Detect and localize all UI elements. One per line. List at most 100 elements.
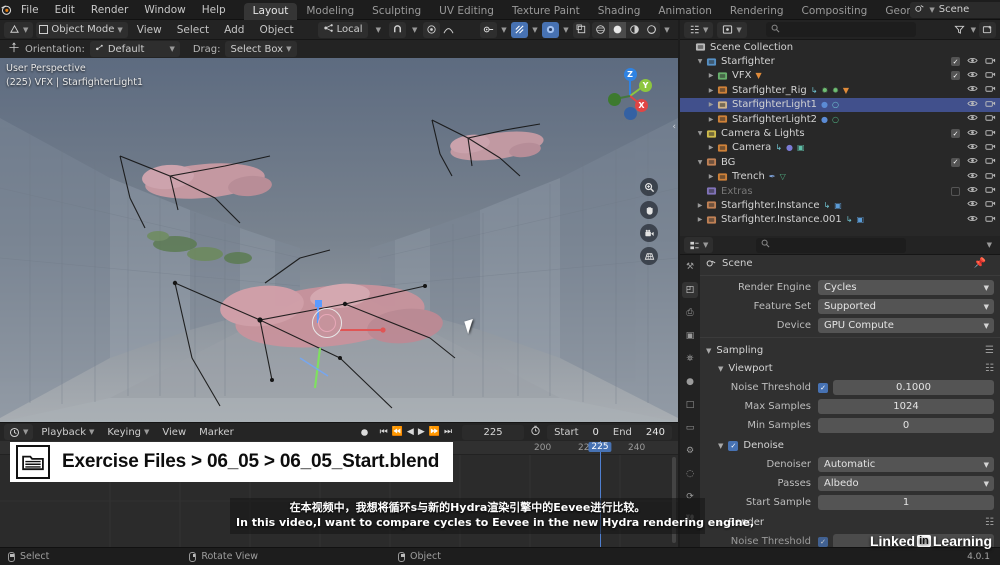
sidebar-toggle-icon[interactable]: ‹: [672, 122, 676, 132]
outliner-row-badge[interactable]: ▼: [755, 71, 761, 80]
xray-dropdown[interactable]: ▼: [561, 22, 571, 38]
eye-visibility-icon[interactable]: [967, 70, 978, 82]
preview-shading-icon[interactable]: [643, 21, 660, 38]
outliner-row[interactable]: ▶ VFX ▼ ✓: [680, 69, 1000, 83]
render-engine-dropdown[interactable]: Cycles ▼: [818, 280, 994, 295]
collection-exclude-checkbox[interactable]: ✓: [951, 129, 960, 139]
view-layer-tab[interactable]: ▣: [682, 328, 698, 344]
wireframe-shading-icon[interactable]: [573, 21, 590, 38]
render-tab[interactable]: ◰: [682, 282, 698, 298]
gizmo-axis-neg-z[interactable]: [623, 107, 637, 120]
denoise-checkbox[interactable]: ✓: [728, 440, 739, 451]
collection-exclude-checkbox[interactable]: ✓: [951, 57, 960, 67]
properties-editor-icon[interactable]: ▼: [684, 237, 714, 253]
prev-keyframe-icon[interactable]: ⏪: [392, 427, 403, 437]
outliner-row[interactable]: ▶ StarfighterLight1 ● ○: [680, 97, 1000, 112]
start-sample-field[interactable]: 1: [818, 495, 994, 510]
outliner-row-badge[interactable]: ○: [832, 100, 839, 109]
outliner-row[interactable]: ▶ Starfighter.Instance.001 ↳ ▣: [680, 213, 1000, 227]
workspace-tab-layout[interactable]: Layout: [243, 2, 298, 20]
collection-exclude-checkbox[interactable]: ✓: [951, 157, 960, 167]
chevron-right-icon[interactable]: ▶: [706, 173, 716, 180]
outliner-row-badge[interactable]: ✹: [821, 86, 828, 95]
viewport-menu-select[interactable]: Select: [171, 24, 215, 36]
outliner-row-badge[interactable]: ✹: [832, 86, 839, 95]
workspace-tab-animation[interactable]: Animation: [649, 3, 721, 20]
gizmo-dropdown[interactable]: ▼: [499, 22, 509, 38]
xray-toggle-icon[interactable]: [542, 21, 559, 38]
camera-render-visibility-icon[interactable]: [985, 214, 996, 226]
play-reverse-icon[interactable]: ◀: [407, 427, 414, 437]
timeline-menu-keying[interactable]: Keying ▼: [102, 424, 154, 440]
solid-shading-icon[interactable]: [592, 21, 609, 38]
outliner-row[interactable]: ▶ Starfighter.Instance ↳ ▣: [680, 198, 1000, 212]
magnet-icon[interactable]: [388, 21, 406, 38]
eye-visibility-icon[interactable]: [967, 185, 978, 197]
modifier-tab[interactable]: ⚙: [682, 443, 698, 459]
eye-visibility-icon[interactable]: [967, 156, 978, 168]
eye-visibility-icon[interactable]: [967, 142, 978, 154]
properties-search-input[interactable]: [755, 237, 906, 253]
camera-render-visibility-icon[interactable]: [985, 84, 996, 96]
chevron-right-icon[interactable]: ▶: [706, 144, 716, 151]
outliner-row[interactable]: Extras: [680, 184, 1000, 198]
camera-render-visibility-icon[interactable]: [985, 99, 996, 111]
transform-pivot-selector[interactable]: Local: [317, 21, 368, 38]
outliner-row-badge[interactable]: ↳: [846, 215, 853, 224]
editor-type-icon[interactable]: ▼: [4, 21, 34, 38]
workspace-tab-shading[interactable]: Shading: [589, 3, 650, 20]
eye-visibility-icon[interactable]: [967, 84, 978, 96]
workspace-tab-compositing[interactable]: Compositing: [793, 3, 877, 20]
render-noise-threshold-checkbox[interactable]: ✓: [818, 536, 828, 547]
viewport-menu-add[interactable]: Add: [218, 24, 250, 36]
shading-dropdown[interactable]: ▼: [662, 22, 672, 38]
jump-end-icon[interactable]: ⏭: [444, 427, 452, 437]
outliner-search-field[interactable]: [784, 24, 912, 35]
eye-visibility-icon[interactable]: [967, 56, 978, 68]
denoiser-dropdown[interactable]: Automatic ▼: [818, 457, 994, 472]
pivot-dropdown[interactable]: ▼: [371, 22, 386, 38]
noise-threshold-field[interactable]: 0.1000: [833, 380, 994, 395]
orientation-selector[interactable]: Default ▼: [89, 41, 180, 57]
outliner-row[interactable]: ▶ Starfighter_Rig ↳ ✹ ✹ ▼: [680, 83, 1000, 97]
start-value[interactable]: 0: [586, 427, 606, 438]
outliner-row-badge[interactable]: ●: [821, 115, 828, 124]
collection-tab[interactable]: □: [682, 397, 698, 413]
output-tab[interactable]: ⎙: [682, 305, 698, 321]
gizmo-axis-x[interactable]: X: [635, 99, 648, 112]
outliner-row-badge[interactable]: ✒: [769, 172, 776, 181]
denoise-section-header[interactable]: ▼ ✓ Denoise: [700, 436, 1000, 454]
collection-exclude-checkbox[interactable]: ✓: [951, 71, 960, 81]
current-frame-field[interactable]: 225: [462, 424, 525, 440]
scene-selector[interactable]: ▼ Scene: [910, 1, 1000, 18]
outliner-editor-icon[interactable]: ▼: [684, 21, 714, 38]
camera-render-visibility-icon[interactable]: [985, 199, 996, 211]
workspace-tab-texture-paint[interactable]: Texture Paint: [503, 3, 589, 20]
passes-dropdown[interactable]: Albedo ▼: [818, 476, 994, 491]
outliner-row[interactable]: ▶ StarfighterLight2 ● ○: [680, 112, 1000, 126]
outliner-row-badge[interactable]: ▣: [856, 215, 864, 224]
outliner-row-badge[interactable]: ▼: [843, 86, 849, 95]
render-preset-icon[interactable]: ☷: [985, 517, 1000, 528]
section-options-icon[interactable]: ☰: [985, 345, 1000, 356]
camera-render-visibility-icon[interactable]: [985, 185, 996, 197]
outliner-row[interactable]: ▼ Camera & Lights ✓: [680, 126, 1000, 140]
toggle-perspective-icon[interactable]: [640, 247, 658, 265]
timeline-menu-marker[interactable]: Marker: [194, 424, 239, 440]
outliner-row-badge[interactable]: ↳: [775, 143, 782, 152]
workspace-tab-modeling[interactable]: Modeling: [297, 3, 363, 20]
next-keyframe-icon[interactable]: ⏩: [429, 427, 440, 437]
outliner-search-input[interactable]: [766, 22, 917, 37]
pan-hand-icon[interactable]: [640, 201, 658, 219]
outliner-row-badge[interactable]: ●: [786, 143, 793, 152]
chevron-right-icon[interactable]: ▶: [695, 202, 705, 209]
material-preview-icon[interactable]: [609, 21, 626, 38]
chevron-down-icon[interactable]: ▼: [695, 58, 705, 65]
camera-render-visibility-icon[interactable]: [985, 171, 996, 183]
eye-visibility-icon[interactable]: [967, 99, 978, 111]
object-tab[interactable]: ▭: [682, 420, 698, 436]
proportional-falloff-icon[interactable]: [443, 22, 454, 38]
snap-dropdown[interactable]: ▼: [409, 22, 420, 38]
eye-visibility-icon[interactable]: [967, 214, 978, 226]
outliner-row-badge[interactable]: ▽: [780, 172, 786, 181]
